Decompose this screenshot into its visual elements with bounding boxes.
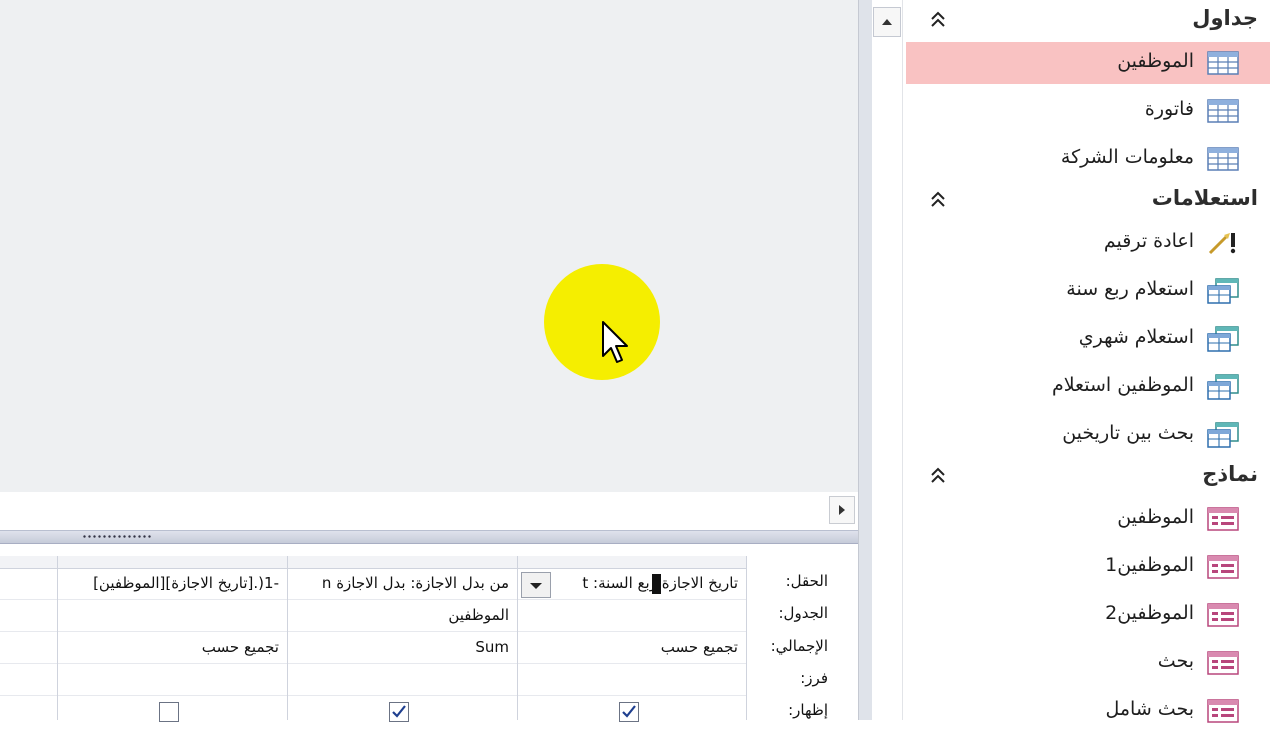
nav-item-label: الموظفين: [1117, 506, 1194, 528]
total-cell[interactable]: تجميع حسب: [518, 632, 746, 664]
row-label-sort: فرز:: [800, 669, 828, 687]
nav-item-label: الموظفين استعلام: [1051, 374, 1194, 396]
query-icon: [1206, 325, 1240, 353]
row-label-total: الإجمالي:: [770, 637, 828, 655]
collapse-chevron-icon[interactable]: [930, 10, 946, 28]
table-cell[interactable]: [518, 600, 746, 632]
grid-row-labels: الحقل: الجدول: الإجمالي: فرز: إظهار:: [748, 556, 858, 720]
table-icon: [1206, 145, 1240, 173]
action-query-icon: [1206, 229, 1240, 257]
nav-item-label: الموظفين: [1117, 50, 1194, 72]
row-label-show: إظهار:: [788, 701, 828, 719]
nav-scrollbar[interactable]: [872, 0, 903, 720]
nav-item-label: استعلام شهري: [1078, 326, 1194, 348]
nav-item[interactable]: الموظفين: [906, 42, 1270, 84]
query-icon: [1206, 277, 1240, 305]
canvas-scroll-area: [0, 492, 858, 530]
nav-item-label: بحث بين تاريخين: [1062, 422, 1194, 444]
nav-item[interactable]: بحث: [906, 642, 1270, 684]
field-cell[interactable]: تاريخ الاجازة ربع السنة: t: [518, 568, 746, 600]
nav-item-label: معلومات الشركة: [1060, 146, 1194, 168]
nav-item-label: استعلام ربع سنة: [1066, 278, 1194, 300]
nav-item[interactable]: معلومات الشركة: [906, 138, 1270, 180]
checkmark-icon: [392, 705, 406, 718]
navigation-pane: جداول الموظفين فاتورة معلومات الشركة استعلام…: [872, 0, 1280, 723]
field-cell[interactable]: -1(.[تاريخ الاجازة][الموظفين]: [58, 568, 287, 600]
query-icon: [1206, 421, 1240, 449]
row-label-field: الحقل:: [785, 572, 828, 590]
field-dropdown[interactable]: [521, 572, 551, 598]
nav-item[interactable]: بحث بين تاريخين: [906, 414, 1270, 456]
total-cell[interactable]: [0, 632, 57, 664]
sort-cell[interactable]: [0, 664, 57, 696]
nav-item[interactable]: الموظفين2: [906, 594, 1270, 636]
nav-section-header[interactable]: جداول: [916, 2, 1258, 42]
nav-section-header[interactable]: استعلامات: [916, 182, 1258, 222]
show-checkbox[interactable]: [159, 702, 179, 722]
nav-item[interactable]: الموظفين استعلام: [906, 366, 1270, 408]
arrow-right-icon: [839, 505, 845, 515]
nav-item[interactable]: الموظفين1: [906, 546, 1270, 588]
nav-item[interactable]: الموظفين: [906, 498, 1270, 540]
query-design-canvas[interactable]: [0, 0, 858, 492]
nav-item[interactable]: بحث شامل: [906, 690, 1270, 732]
nav-item[interactable]: استعلام شهري: [906, 318, 1270, 360]
scroll-up-button[interactable]: [873, 7, 901, 37]
nav-item[interactable]: استعلام ربع سنة: [906, 270, 1270, 312]
scroll-right-button[interactable]: [829, 496, 855, 524]
text-caret: [652, 574, 661, 594]
mouse-pointer-icon: [602, 321, 628, 363]
form-icon: [1206, 505, 1240, 533]
form-icon: [1206, 601, 1240, 629]
grid-column-4[interactable]: [0, 556, 58, 720]
sort-cell[interactable]: [288, 664, 517, 696]
form-icon: [1206, 553, 1240, 581]
table-cell[interactable]: [58, 600, 287, 632]
nav-section-header[interactable]: نماذج: [916, 458, 1258, 498]
nav-item-label: الموظفين2: [1105, 602, 1194, 624]
table-cell[interactable]: [0, 600, 57, 632]
grid-column-3[interactable]: -1(.[تاريخ الاجازة][الموظفين] تجميع حسب: [57, 556, 288, 722]
row-label-table: الجدول:: [778, 604, 829, 622]
total-cell[interactable]: تجميع حسب: [58, 632, 287, 664]
form-icon: [1206, 649, 1240, 677]
pane-splitter[interactable]: [0, 530, 858, 544]
nav-section-title: جداول: [1192, 6, 1258, 30]
collapse-chevron-icon[interactable]: [930, 466, 946, 484]
form-icon: [1206, 697, 1240, 725]
nav-item-label: الموظفين1: [1105, 554, 1194, 576]
total-cell[interactable]: Sum: [288, 632, 517, 664]
nav-item-label: فاتورة: [1144, 98, 1194, 120]
show-checkbox[interactable]: [619, 702, 639, 722]
nav-section-title: نماذج: [1202, 462, 1258, 486]
nav-item-label: اعادة ترقيم: [1103, 230, 1194, 252]
nav-item-label: بحث شامل: [1105, 698, 1194, 720]
splitter-grip[interactable]: [82, 534, 152, 539]
field-cell[interactable]: [0, 568, 57, 600]
field-cell[interactable]: من بدل الاجازة: بدل الاجازة n: [288, 568, 517, 600]
sort-cell[interactable]: [58, 664, 287, 696]
sort-cell[interactable]: [518, 664, 746, 696]
grid-column-2[interactable]: من بدل الاجازة: بدل الاجازة n الموظفين S…: [287, 556, 518, 722]
nav-item-label: بحث: [1157, 650, 1194, 672]
table-icon: [1206, 49, 1240, 77]
chevron-down-icon: [530, 583, 542, 589]
grid-column-1[interactable]: تاريخ الاجازة ربع السنة: t تجميع حسب: [517, 556, 747, 722]
nav-section-title: استعلامات: [1151, 186, 1258, 210]
nav-item[interactable]: اعادة ترقيم: [906, 222, 1270, 264]
nav-pane-border[interactable]: [858, 0, 872, 720]
query-icon: [1206, 373, 1240, 401]
arrow-up-icon: [882, 19, 892, 25]
collapse-chevron-icon[interactable]: [930, 190, 946, 208]
nav-item[interactable]: فاتورة: [906, 90, 1270, 132]
checkmark-icon: [622, 705, 636, 718]
table-icon: [1206, 97, 1240, 125]
show-checkbox[interactable]: [389, 702, 409, 722]
table-cell[interactable]: الموظفين: [288, 600, 517, 632]
